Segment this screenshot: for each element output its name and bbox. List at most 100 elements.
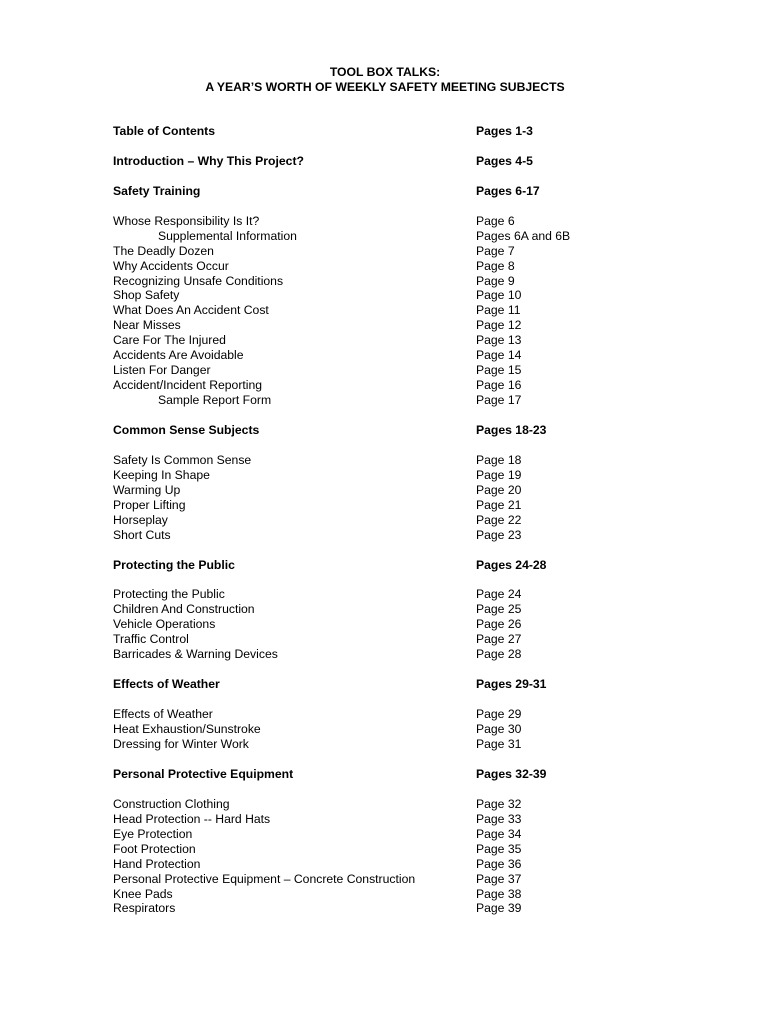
toc-subitem: Supplemental Information Pages 6A and 6B <box>0 229 770 244</box>
toc-item: Short Cuts Page 23 <box>0 528 770 543</box>
toc-item: Barricades & Warning Devices Page 28 <box>0 647 770 662</box>
toc-entry-page: Page 21 <box>476 497 522 512</box>
toc-item: Effects of Weather Page 29 <box>0 707 770 722</box>
toc-item: Children And Construction Page 25 <box>0 602 770 617</box>
toc-entry-page: Page 27 <box>476 632 522 647</box>
toc-entry-page: Page 7 <box>476 243 515 258</box>
toc-entry-title: Supplemental Information <box>158 228 297 243</box>
toc-entry-page: Page 25 <box>476 602 522 617</box>
toc-entry-title: Near Misses <box>113 318 181 333</box>
toc-item: Horseplay Page 22 <box>0 513 770 528</box>
toc-entry-page: Page 11 <box>476 303 521 318</box>
toc-section-heading: Personal Protective Equipment Pages 32-39 <box>0 767 770 782</box>
toc-entry-title: Whose Responsibility Is It? <box>113 213 260 228</box>
toc-item: Personal Protective Equipment – Concrete… <box>0 872 770 887</box>
toc-entry-title: Listen For Danger <box>113 363 211 378</box>
toc-item: Keeping In Shape Page 19 <box>0 468 770 483</box>
toc-entry-title: Hand Protection <box>113 856 201 871</box>
toc-entry-title: Proper Lifting <box>113 497 186 512</box>
toc-item: Accident/Incident Reporting Page 16 <box>0 378 770 393</box>
toc-entry-title: Shop Safety <box>113 288 180 303</box>
toc-entry-page: Pages 24-28 <box>476 557 547 572</box>
toc-entry-page: Page 39 <box>476 901 522 916</box>
toc-item: Care For The Injured Page 13 <box>0 333 770 348</box>
toc-item: Protecting the Public Page 24 <box>0 587 770 602</box>
toc-entry-page: Page 19 <box>476 467 522 482</box>
toc-entry-page: Pages 6A and 6B <box>476 228 571 243</box>
toc-entry-title: Table of Contents <box>113 124 216 138</box>
toc-entry-page: Page 35 <box>476 841 522 856</box>
toc-entry-title: Keeping In Shape <box>113 467 210 482</box>
toc-entry-title: Safety Training <box>113 183 201 198</box>
toc-item: Warming Up Page 20 <box>0 483 770 498</box>
toc-entry-page: Page 33 <box>476 811 522 826</box>
toc-entry-page: Page 17 <box>476 393 522 408</box>
toc-entry-title: Warming Up <box>113 482 181 497</box>
toc-entry-page: Page 9 <box>476 273 515 288</box>
toc-item: Recognizing Unsafe Conditions Page 9 <box>0 274 770 289</box>
toc-item: Hand Protection Page 36 <box>0 857 770 872</box>
toc-section-heading: Protecting the Public Pages 24-28 <box>0 558 770 573</box>
toc-entry-page: Page 32 <box>476 796 522 811</box>
toc-entry-title: The Deadly Dozen <box>113 243 214 258</box>
toc-entry-page: Page 20 <box>476 482 522 497</box>
toc-entry-title: Protecting the Public <box>113 557 235 572</box>
toc-item: Whose Responsibility Is It? Page 6 <box>0 214 770 229</box>
toc-entry-title: Common Sense Subjects <box>113 423 260 437</box>
toc-entry-title: Dressing for Winter Work <box>113 737 249 751</box>
toc-entry-title: Heat Exhaustion/Sunstroke <box>113 722 261 736</box>
toc-entry-page: Page 18 <box>476 452 522 467</box>
toc-entry-page: Page 34 <box>476 826 522 841</box>
toc-entry-page: Pages 4-5 <box>476 153 533 168</box>
toc-item: Why Accidents Occur Page 8 <box>0 259 770 274</box>
toc-entry-page: Page 28 <box>476 647 522 662</box>
toc-entry-page: Page 6 <box>476 213 515 228</box>
toc-entry-page: Page 8 <box>476 258 515 273</box>
toc-entry-title: Barricades & Warning Devices <box>113 647 278 662</box>
toc-item: Accidents Are Avoidable Page 14 <box>0 348 770 363</box>
toc-item: Shop Safety Page 10 <box>0 288 770 303</box>
toc-entry-page: Page 31 <box>476 737 522 751</box>
toc-entry-title: Eye Protection <box>113 826 193 841</box>
toc-subitem: Sample Report Form Page 17 <box>0 393 770 408</box>
toc-entry-title: Recognizing Unsafe Conditions <box>113 273 284 288</box>
toc-item: Near Misses Page 12 <box>0 318 770 333</box>
toc-section-heading: Safety Training Pages 6-17 <box>0 184 770 199</box>
toc-entry-title: Respirators <box>113 901 176 916</box>
toc-item: Eye Protection Page 34 <box>0 827 770 842</box>
toc-entry-title: Protecting the Public <box>113 587 225 602</box>
toc-entry-page: Page 13 <box>476 333 522 348</box>
toc-entry-page: Page 29 <box>476 707 522 721</box>
toc-entry-title: What Does An Accident Cost <box>113 303 269 318</box>
toc-section-heading: Introduction – Why This Project? Pages 4-… <box>0 154 770 169</box>
toc-entry-page: Pages 1-3 <box>476 124 533 138</box>
toc-entry-page: Pages 6-17 <box>476 183 540 198</box>
toc-entry-title: Safety Is Common Sense <box>113 452 252 467</box>
toc-item: The Deadly Dozen Page 7 <box>0 244 770 259</box>
toc-entry-title: Traffic Control <box>113 632 189 647</box>
toc-entry-page: Page 30 <box>476 722 522 736</box>
toc-entry-page: Page 12 <box>476 318 522 333</box>
toc-item: Proper Lifting Page 21 <box>0 498 770 513</box>
toc-entry-title: Head Protection -- Hard Hats <box>113 811 271 826</box>
toc-entry-title: Foot Protection <box>113 841 196 856</box>
toc-entry-page: Page 23 <box>476 527 522 542</box>
toc-section-heading: Table of Contents Pages 1-3 <box>0 124 770 139</box>
document-title-line2: A YEAR’S WORTH OF WEEKLY SAFETY MEETING … <box>205 80 565 94</box>
toc-entry-page: Page 15 <box>476 363 522 378</box>
toc-entry-page: Page 26 <box>476 617 522 632</box>
toc-entry-page: Page 16 <box>476 378 522 393</box>
toc-item: Heat Exhaustion/Sunstroke Page 30 <box>0 722 770 737</box>
toc-entry-title: Care For The Injured <box>113 333 226 348</box>
toc-section-heading: Effects of Weather Pages 29-31 <box>0 677 770 692</box>
toc-item: Knee Pads Page 38 <box>0 887 770 902</box>
toc-entry-title: Personal Protective Equipment <box>113 766 294 781</box>
toc-item: Dressing for Winter Work Page 31 <box>0 737 770 752</box>
toc-entry-page: Page 37 <box>476 871 522 886</box>
toc-entry-title: Effects of Weather <box>113 677 220 692</box>
toc-entry-title: Vehicle Operations <box>113 617 216 632</box>
toc-entry-title: Personal Protective Equipment – Concrete… <box>113 871 416 886</box>
toc-entry-page: Pages 32-39 <box>476 766 547 781</box>
toc-entry-title: Horseplay <box>113 512 168 527</box>
toc-entry-title: Children And Construction <box>113 602 255 617</box>
